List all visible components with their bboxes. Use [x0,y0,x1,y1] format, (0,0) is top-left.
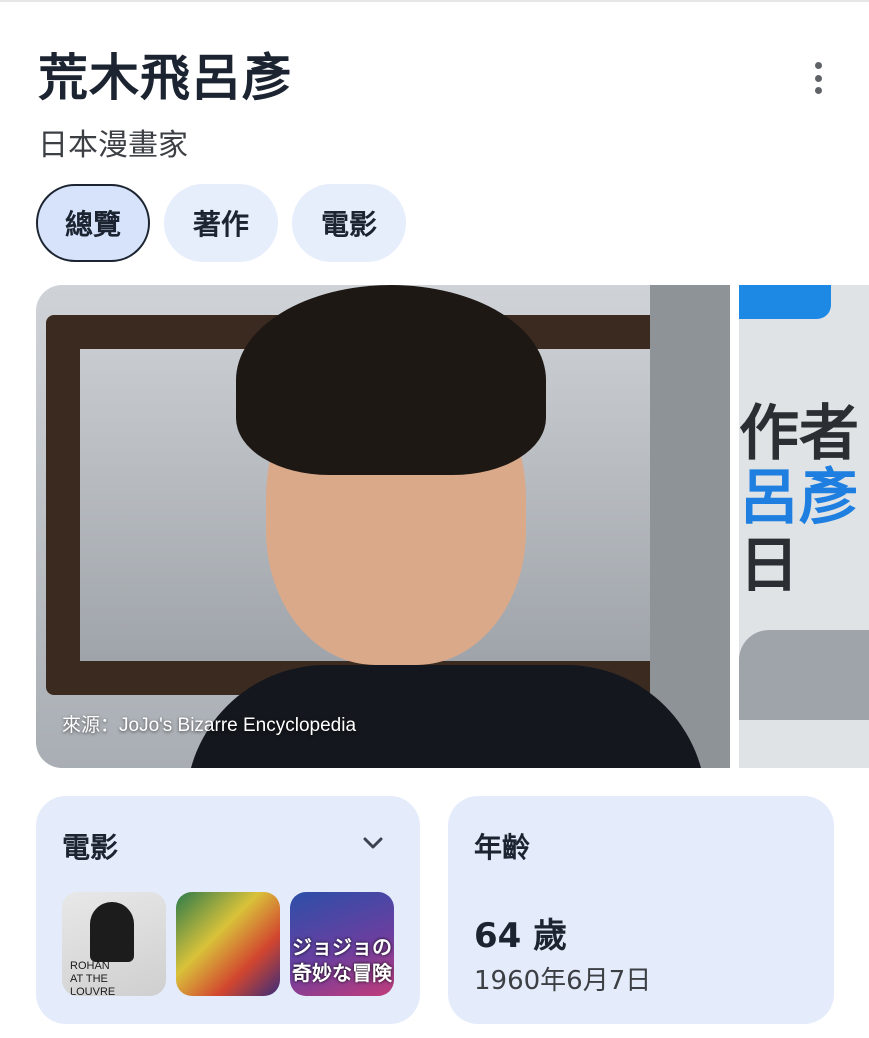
peek-text-line: 呂彥 [739,463,859,533]
tab-label: 著作 [192,208,249,241]
top-divider [0,0,869,2]
birth-date: 1960年6月7日 [474,966,652,996]
thumbnail-text: ROHAN AT THE LOUVRE [70,960,116,996]
wall-background [650,285,730,768]
movies-card[interactable]: 電影 ROHAN AT THE LOUVRE ジョジョの 奇妙な冒険 [36,796,420,1024]
image-source-caption: 來源：JoJo's Bizarre Encyclopedia [62,715,357,736]
arm-shape [739,630,869,720]
movie-thumbnail-anime[interactable] [176,892,280,996]
tab-works[interactable]: 著作 [164,184,278,262]
badge-shape [739,285,831,319]
movie-thumbnail-jojo[interactable]: ジョジョの 奇妙な冒険 [290,892,394,996]
age-card[interactable]: 年齡 64 歲 1960年6月7日 [448,796,834,1024]
age-value: 64 歲 [474,916,568,956]
tab-label: 電影 [320,208,377,241]
hair-shape [236,285,546,475]
chevron-down-icon[interactable] [362,832,384,854]
tab-overview[interactable]: 總覽 [36,184,150,262]
movie-thumbnail-rohan[interactable]: ROHAN AT THE LOUVRE [62,892,166,996]
tab-movies[interactable]: 電影 [292,184,406,262]
peek-text-line: 作者 [739,399,859,469]
next-image-peek[interactable]: 作者 呂彥 日 [739,285,869,768]
figure-shape [90,902,134,962]
tab-label: 總覽 [64,208,121,241]
more-options-icon[interactable] [800,58,836,98]
portrait-image[interactable]: 來源：JoJo's Bizarre Encyclopedia [36,285,730,768]
movies-card-title: 電影 [62,831,119,864]
age-card-title: 年齡 [474,831,531,864]
peek-text-line: 日 [739,531,799,601]
thumbnail-text: ジョジョの 奇妙な冒険 [292,935,392,985]
page-title: 荒木飛呂彥 [38,49,293,107]
page-subtitle: 日本漫畫家 [38,128,188,163]
